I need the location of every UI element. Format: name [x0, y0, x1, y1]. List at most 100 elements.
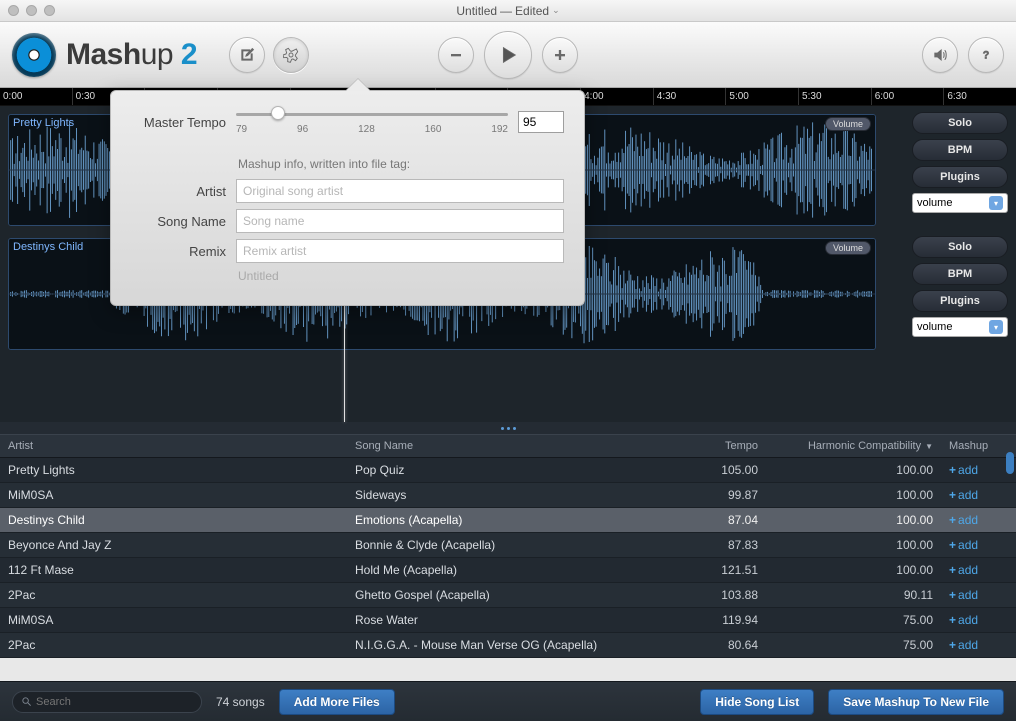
speaker-button[interactable] — [922, 37, 958, 73]
add-button[interactable]: add — [949, 638, 978, 652]
add-button[interactable]: add — [949, 588, 978, 602]
cell-artist: Destinys Child — [0, 508, 347, 532]
toolbar: Mashup 2 ? — [0, 22, 1016, 88]
sort-desc-icon: ▼ — [925, 442, 933, 451]
cell-tempo: 99.87 — [676, 483, 766, 507]
hide-song-list-button[interactable]: Hide Song List — [700, 689, 814, 715]
ruler-tick: 5:30 — [798, 88, 871, 105]
bpm-button[interactable]: BPM — [912, 139, 1008, 161]
cell-tempo: 87.83 — [676, 533, 766, 557]
col-harmonic[interactable]: Harmonic Compatibility▼ — [766, 435, 941, 457]
table-row[interactable]: Destinys ChildEmotions (Acapella)87.0410… — [0, 508, 1016, 533]
footer: 74 songs Add More Files Hide Song List S… — [0, 681, 1016, 721]
solo-button[interactable]: Solo — [912, 112, 1008, 134]
plugins-button[interactable]: Plugins — [912, 166, 1008, 188]
add-button[interactable]: add — [949, 513, 978, 527]
ruler-tick: 4:00 — [580, 88, 653, 105]
panel-resize-handle[interactable] — [0, 422, 1016, 434]
settings-button[interactable] — [273, 37, 309, 73]
tempo-minus-button[interactable] — [438, 37, 474, 73]
song-list-panel: Artist Song Name Tempo Harmonic Compatib… — [0, 422, 1016, 658]
cell-song: Bonnie & Clyde (Acapella) — [347, 533, 676, 557]
table-row[interactable]: Pretty LightsPop Quiz105.00100.00add — [0, 458, 1016, 483]
cell-artist: 2Pac — [0, 583, 347, 607]
tempo-label: Master Tempo — [131, 115, 226, 130]
cell-song: Sideways — [347, 483, 676, 507]
cell-tempo: 119.94 — [676, 608, 766, 632]
popover-info: Mashup info, written into file tag: — [238, 157, 564, 171]
ruler-tick: 0:00 — [0, 88, 72, 105]
col-mashup[interactable]: Mashup — [941, 435, 1016, 457]
solo-button[interactable]: Solo — [912, 236, 1008, 258]
cell-artist: 112 Ft Mase — [0, 558, 347, 582]
volume-select[interactable]: volume▾ — [912, 193, 1008, 213]
add-more-files-button[interactable]: Add More Files — [279, 689, 395, 715]
track-label: Destinys Child — [13, 241, 83, 253]
col-tempo[interactable]: Tempo — [676, 435, 766, 457]
window-title: Untitled — Edited ⌄ — [0, 4, 1016, 18]
ruler-tick: 6:00 — [871, 88, 944, 105]
cell-song: Rose Water — [347, 608, 676, 632]
remix-input[interactable] — [236, 239, 564, 263]
table-row[interactable]: MiM0SASideways99.87100.00add — [0, 483, 1016, 508]
search-icon — [21, 696, 32, 707]
chevron-down-icon[interactable]: ⌄ — [552, 5, 560, 16]
cell-harmonic: 100.00 — [766, 508, 941, 532]
cell-tempo: 80.64 — [676, 633, 766, 657]
cell-harmonic: 90.11 — [766, 583, 941, 607]
song-name-label: Song Name — [131, 214, 226, 229]
artist-label: Artist — [131, 184, 226, 199]
ruler-tick: 5:00 — [725, 88, 798, 105]
song-count: 74 songs — [216, 695, 265, 709]
plugins-button[interactable]: Plugins — [912, 290, 1008, 312]
track-volume-button[interactable]: Volume — [825, 241, 871, 255]
table-header: Artist Song Name Tempo Harmonic Compatib… — [0, 434, 1016, 458]
chevron-down-icon: ▾ — [989, 196, 1003, 210]
search-input[interactable] — [36, 696, 193, 708]
ruler-tick: 6:30 — [943, 88, 1016, 105]
play-button[interactable] — [484, 31, 532, 79]
table-row[interactable]: MiM0SARose Water119.9475.00add — [0, 608, 1016, 633]
tempo-plus-button[interactable] — [542, 37, 578, 73]
cell-artist: Beyonce And Jay Z — [0, 533, 347, 557]
titlebar: Untitled — Edited ⌄ — [0, 0, 1016, 22]
table-body: Pretty LightsPop Quiz105.00100.00addMiM0… — [0, 458, 1016, 658]
add-button[interactable]: add — [949, 463, 978, 477]
table-row[interactable]: 2PacGhetto Gospel (Acapella)103.8890.11a… — [0, 583, 1016, 608]
artist-input[interactable] — [236, 179, 564, 203]
cell-artist: 2Pac — [0, 633, 347, 657]
cell-harmonic: 100.00 — [766, 558, 941, 582]
tempo-slider[interactable]: 7996128160192 — [236, 109, 508, 135]
save-mashup-button[interactable]: Save Mashup To New File — [828, 689, 1004, 715]
col-song[interactable]: Song Name — [347, 435, 676, 457]
scrollbar-thumb[interactable] — [1006, 452, 1014, 474]
slider-thumb[interactable] — [271, 106, 285, 120]
bpm-button[interactable]: BPM — [912, 263, 1008, 285]
cell-song: Ghetto Gospel (Acapella) — [347, 583, 676, 607]
help-button[interactable]: ? — [968, 37, 1004, 73]
logo-disc-icon — [12, 33, 56, 77]
add-button[interactable]: add — [949, 563, 978, 577]
cell-song: Emotions (Acapella) — [347, 508, 676, 532]
song-name-input[interactable] — [236, 209, 564, 233]
table-row[interactable]: 112 Ft MaseHold Me (Acapella)121.51100.0… — [0, 558, 1016, 583]
settings-popover: Master Tempo 7996128160192 Mashup info, … — [110, 90, 585, 306]
add-button[interactable]: add — [949, 538, 978, 552]
track-volume-button[interactable]: Volume — [825, 117, 871, 131]
search-field[interactable] — [12, 691, 202, 713]
cell-harmonic: 100.00 — [766, 458, 941, 482]
chevron-down-icon: ▾ — [989, 320, 1003, 334]
ruler-tick: 4:30 — [653, 88, 726, 105]
tempo-input[interactable] — [518, 111, 564, 133]
track-1-controls: Solo BPM Plugins volume▾ — [906, 106, 1016, 213]
add-button[interactable]: add — [949, 613, 978, 627]
volume-select[interactable]: volume▾ — [912, 317, 1008, 337]
edit-button[interactable] — [229, 37, 265, 73]
table-row[interactable]: Beyonce And Jay ZBonnie & Clyde (Acapell… — [0, 533, 1016, 558]
cell-tempo: 121.51 — [676, 558, 766, 582]
title-text: Untitled — [456, 4, 497, 18]
col-artist[interactable]: Artist — [0, 435, 347, 457]
remix-label: Remix — [131, 244, 226, 259]
add-button[interactable]: add — [949, 488, 978, 502]
table-row[interactable]: 2PacN.I.G.G.A. - Mouse Man Verse OG (Aca… — [0, 633, 1016, 658]
